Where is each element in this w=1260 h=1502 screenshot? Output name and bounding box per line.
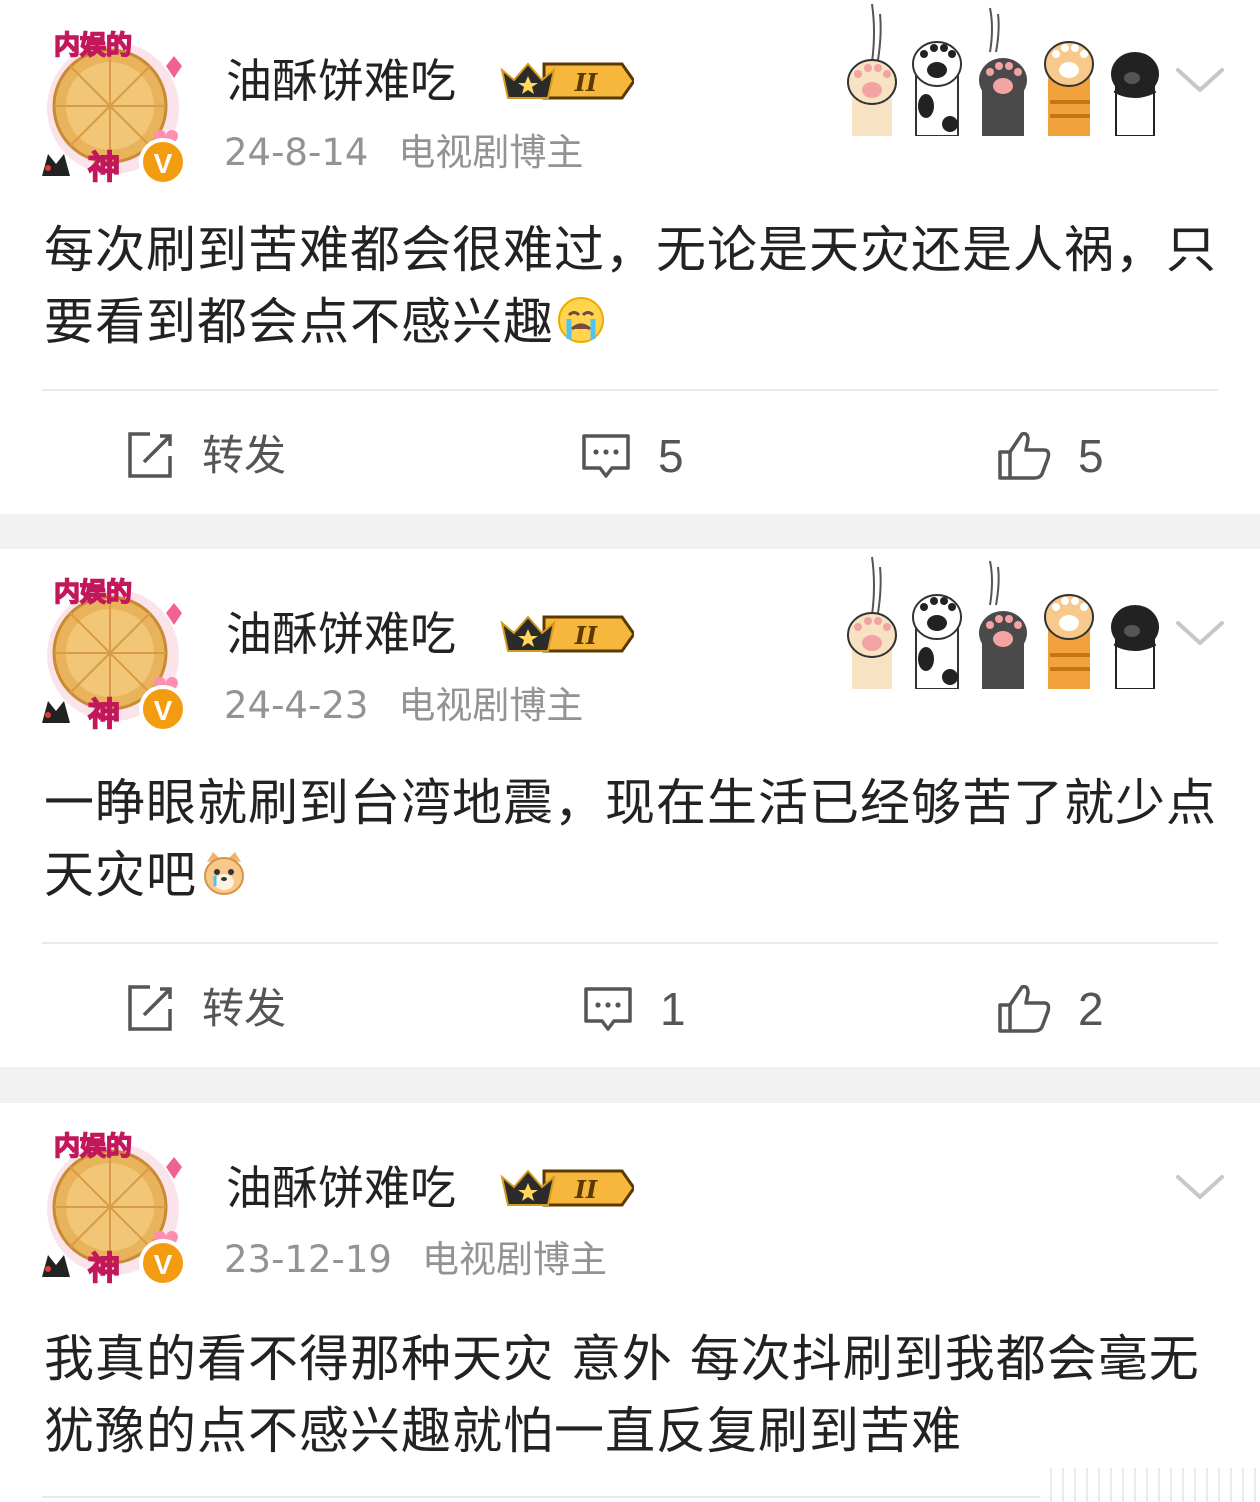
repost-label: 转发 xyxy=(202,984,287,1033)
chevron-down-icon[interactable] xyxy=(1172,1167,1228,1207)
cat-paws-decoration xyxy=(847,556,1159,689)
avatar-caption: 内娱的 xyxy=(54,1131,132,1162)
post-source[interactable]: 电视剧博主 xyxy=(398,684,583,727)
avatar-caption: 神 xyxy=(88,148,120,186)
post-meta: 23-12-19 电视剧博主 xyxy=(224,1235,607,1285)
post-source[interactable]: 电视剧博主 xyxy=(422,1238,607,1281)
comment-button[interactable]: 5 xyxy=(580,430,684,482)
badge-level: II xyxy=(574,1175,598,1204)
avatar[interactable]: 内娱的 神 V xyxy=(38,26,188,186)
comment-icon xyxy=(582,434,630,478)
post-date: 24-8-14 xyxy=(224,131,369,174)
vip-crown-badge[interactable]: II xyxy=(498,1163,634,1213)
chevron-down-icon[interactable] xyxy=(1172,613,1228,653)
vip-crown-badge[interactable]: II xyxy=(498,56,634,106)
post-card: 内娱的 神 V 油酥饼难吃 II 24-8-14 电视剧博主 每次刷到苦难都会很… xyxy=(0,0,1260,514)
verified-icon: V xyxy=(154,695,173,726)
repost-button[interactable]: 转发 xyxy=(124,430,286,482)
watermark-pattern xyxy=(1040,1468,1260,1502)
avatar[interactable]: 内娱的 神 V xyxy=(38,573,188,733)
like-button[interactable]: 2 xyxy=(996,983,1104,1035)
crying-face-emoji xyxy=(558,297,604,343)
author-name[interactable]: 油酥饼难吃 xyxy=(226,1159,456,1217)
badge-level: II xyxy=(574,621,598,650)
post-meta: 24-4-23 电视剧博主 xyxy=(224,681,583,731)
author-name[interactable]: 油酥饼难吃 xyxy=(226,605,456,663)
post-content: 一睁眼就刷到台湾地震，现在生活已经够苦了就少点天灾吧 xyxy=(44,767,1224,911)
post-content: 我真的看不得那种天灾 意外 每次抖刷到我都会毫无犹豫的点不感兴趣就怕一直反复刷到… xyxy=(44,1323,1224,1467)
verified-icon: V xyxy=(154,1249,173,1280)
post-content: 每次刷到苦难都会很难过，无论是天灾还是人祸，只要看到都会点不感兴趣 xyxy=(44,214,1224,358)
avatar[interactable]: 内娱的 神 V xyxy=(38,1127,188,1287)
post-card: 内娱的 神 V 油酥饼难吃 II 24-4-23 电视剧博主 一睁眼就刷到台湾地… xyxy=(0,549,1260,1067)
post-card: 内娱的 神 V 油酥饼难吃 II 23-12-19 电视剧博主 我真的看不得那种天… xyxy=(0,1103,1260,1502)
divider xyxy=(42,942,1218,944)
post-text: 每次刷到苦难都会很难过，无论是天灾还是人祸，只要看到都会点不感兴趣 xyxy=(44,221,1217,351)
like-icon xyxy=(998,431,1051,480)
post-source[interactable]: 电视剧博主 xyxy=(398,131,583,174)
comment-icon xyxy=(584,987,632,1031)
post-text: 我真的看不得那种天灾 意外 每次抖刷到我都会毫无犹豫的点不感兴趣就怕一直反复刷到… xyxy=(44,1330,1200,1460)
vip-crown-badge[interactable]: II xyxy=(498,609,634,659)
verified-icon: V xyxy=(154,148,173,179)
divider xyxy=(42,389,1218,391)
repost-button[interactable]: 转发 xyxy=(124,983,286,1035)
post-date: 24-4-23 xyxy=(224,684,369,727)
post-meta: 24-8-14 电视剧博主 xyxy=(224,128,583,178)
comment-count: 1 xyxy=(660,983,686,1035)
avatar-caption: 神 xyxy=(88,1249,120,1287)
badge-level: II xyxy=(574,68,598,97)
author-name[interactable]: 油酥饼难吃 xyxy=(226,52,456,110)
repost-icon xyxy=(128,985,172,1031)
avatar-caption: 内娱的 xyxy=(54,577,132,608)
avatar-caption: 内娱的 xyxy=(54,30,132,61)
post-date: 23-12-19 xyxy=(224,1238,392,1281)
repost-label: 转发 xyxy=(202,431,287,480)
comment-button[interactable]: 1 xyxy=(582,983,686,1035)
like-icon xyxy=(998,984,1051,1033)
crying-dog-emoji xyxy=(204,852,244,895)
chevron-down-icon[interactable] xyxy=(1172,60,1228,100)
repost-icon xyxy=(128,432,172,478)
like-button[interactable]: 5 xyxy=(996,430,1104,482)
cat-paws-decoration xyxy=(847,3,1159,136)
comment-count: 5 xyxy=(658,430,684,482)
like-count: 2 xyxy=(1078,983,1104,1035)
avatar-caption: 神 xyxy=(88,695,120,733)
like-count: 5 xyxy=(1078,430,1104,482)
